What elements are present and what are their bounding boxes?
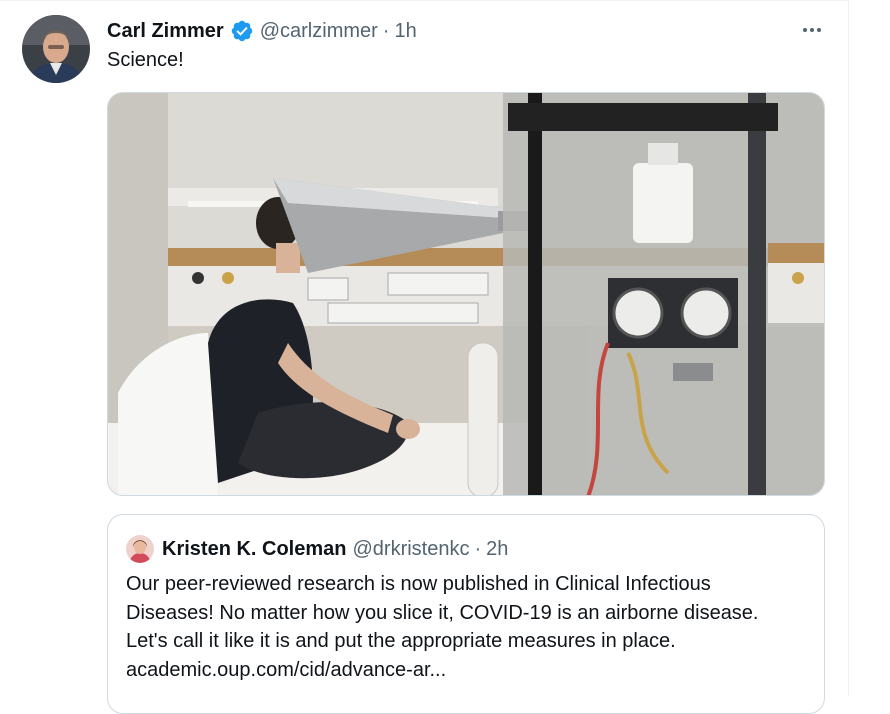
divider-right — [848, 0, 849, 696]
tweet-timestamp[interactable]: 1h — [394, 20, 416, 43]
avatar-image — [22, 15, 90, 83]
more-options-button[interactable] — [794, 14, 830, 46]
author-avatar[interactable] — [22, 15, 90, 83]
author-name[interactable]: Carl Zimmer — [107, 20, 224, 43]
quoted-timestamp: 2h — [486, 537, 509, 560]
quoted-tweet-header: Kristen K. Coleman @drkristenkc · 2h — [162, 536, 508, 562]
quoted-tweet-text: Our peer-reviewed research is now publis… — [126, 570, 816, 684]
quoted-author-avatar — [126, 535, 154, 563]
quoted-text-line: Let's call it like it is and put the app… — [126, 630, 676, 652]
quoted-tweet[interactable]: Kristen K. Coleman @drkristenkc · 2h Our… — [107, 514, 825, 714]
divider-top — [0, 0, 848, 1]
author-handle[interactable]: @carlzimmer — [260, 20, 378, 43]
more-options-icon — [803, 28, 821, 32]
tweet-header: Carl Zimmer @carlzimmer · 1h — [107, 18, 417, 44]
tweet-text: Science! — [107, 49, 184, 71]
tweet-card: Carl Zimmer @carlzimmer · 1h Science! Kr… — [0, 0, 890, 714]
verified-badge-icon — [230, 19, 254, 43]
quoted-text-line: Our peer-reviewed research is now publis… — [126, 573, 711, 595]
separator-dot: · — [382, 19, 390, 42]
quoted-text-line: Diseases! No matter how you slice it, CO… — [126, 601, 759, 624]
quoted-separator-dot: · — [474, 537, 482, 560]
quoted-author-name: Kristen K. Coleman — [162, 537, 347, 560]
quoted-link[interactable]: academic.oup.com/cid/advance-ar... — [126, 656, 816, 685]
tweet-photo[interactable] — [107, 92, 825, 496]
photo-illustration — [108, 93, 824, 495]
quoted-author-handle: @drkristenkc — [352, 537, 470, 560]
